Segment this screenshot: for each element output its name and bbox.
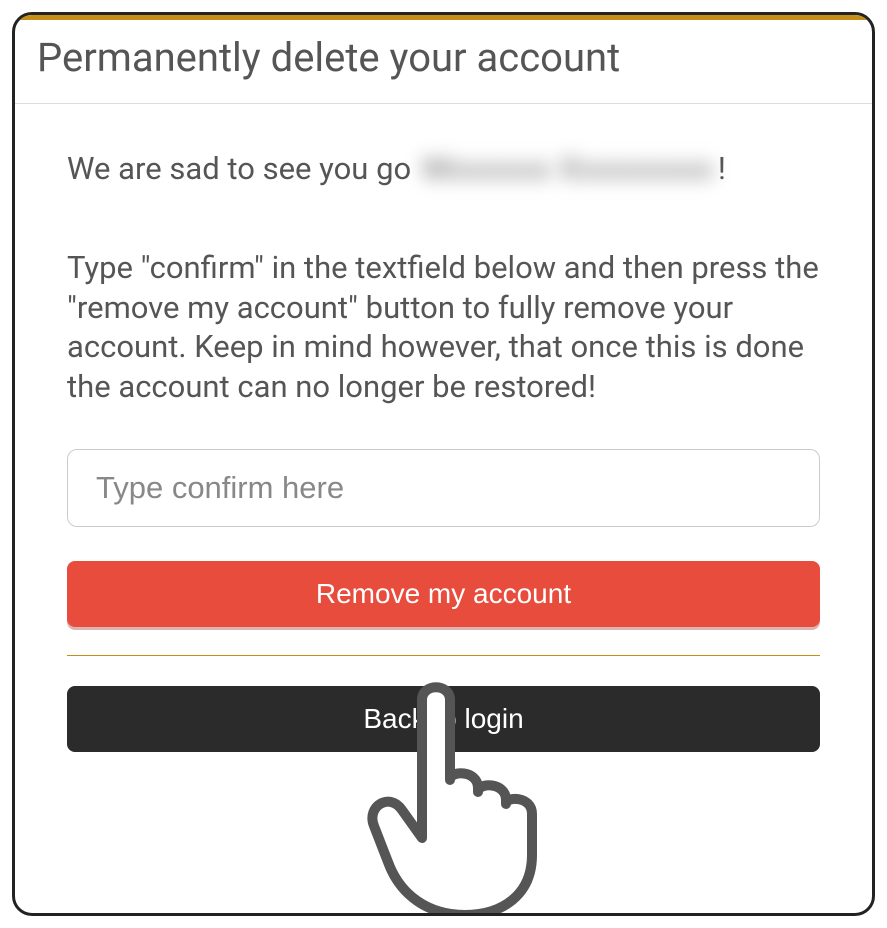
delete-account-dialog: Permanently delete your account We are s… (12, 12, 875, 916)
confirm-input[interactable] (67, 449, 820, 527)
back-to-login-button[interactable]: Back to login (67, 686, 820, 752)
dialog-content: We are sad to see you go Mxxxxxx Xxxxxxx… (15, 104, 872, 752)
remove-account-button[interactable]: Remove my account (67, 561, 820, 627)
user-name-masked: Mxxxxxx Xxxxxxxxx (419, 148, 718, 190)
instructions-text: Type "confirm" in the textfield below an… (67, 248, 820, 407)
sad-prefix: We are sad to see you go (67, 150, 419, 187)
sad-message: We are sad to see you go Mxxxxxx Xxxxxxx… (67, 148, 820, 190)
sad-suffix: ! (718, 150, 726, 187)
section-divider (67, 655, 820, 656)
dialog-title: Permanently delete your account (15, 20, 872, 103)
